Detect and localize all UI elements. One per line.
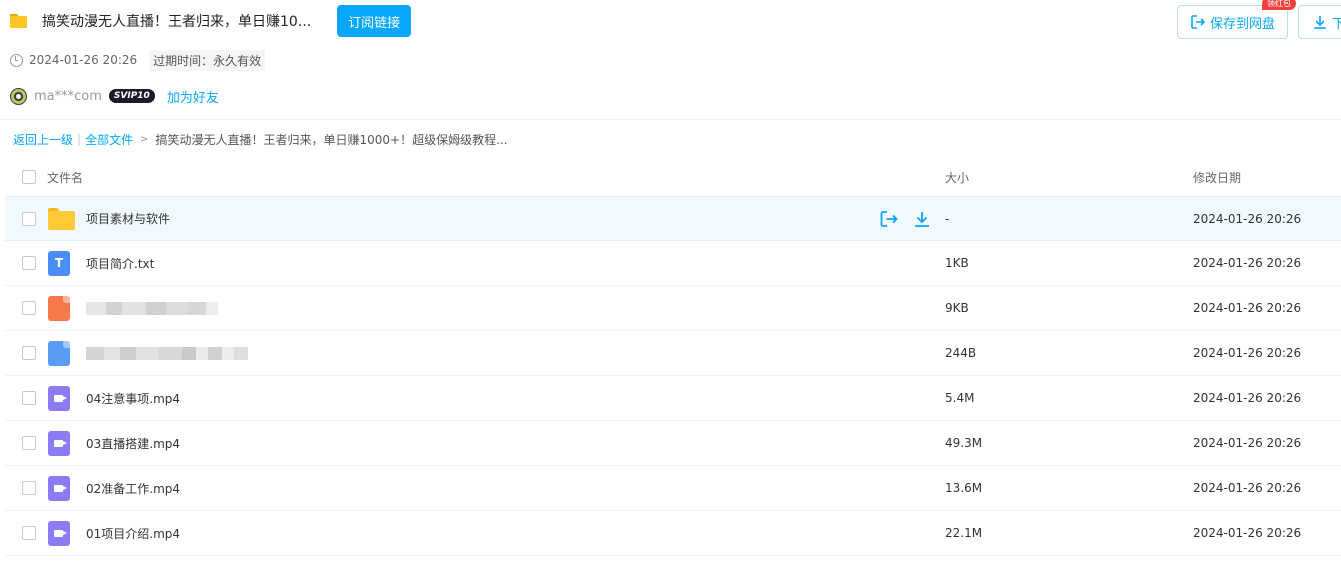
row-checkbox[interactable] bbox=[22, 436, 36, 450]
title-row: 搞笑动漫无人直播！王者归来，单日赚10... 订阅链接 bbox=[10, 5, 412, 37]
file-date: 2024-01-26 20:26 bbox=[1193, 346, 1302, 360]
file-date: 2024-01-26 20:26 bbox=[1193, 211, 1302, 226]
file-size: 5.4M bbox=[945, 391, 975, 405]
row-checkbox[interactable] bbox=[22, 391, 36, 405]
file-name-redacted[interactable] bbox=[86, 345, 248, 361]
table-header: 文件名 大小 修改日期 bbox=[5, 158, 1341, 196]
breadcrumb-current: 搞笑动漫无人直播！王者归来，单日赚1000+！超级保姆级教程... bbox=[155, 132, 508, 147]
ppt-file-icon bbox=[48, 295, 70, 321]
file-name[interactable]: 02准备工作.mp4 bbox=[86, 480, 180, 497]
download-button[interactable]: 下 bbox=[1298, 5, 1341, 39]
file-date: 2024-01-26 20:26 bbox=[1193, 301, 1302, 315]
file-list: 项目素材与软件 - 2024-01-26 20:26 T 项目简介.txt 1K… bbox=[5, 196, 1341, 556]
video-file-icon bbox=[48, 475, 70, 501]
download-icon[interactable] bbox=[913, 210, 931, 228]
row-actions bbox=[879, 210, 931, 228]
file-size: - bbox=[945, 211, 950, 226]
file-size: 1KB bbox=[945, 256, 969, 270]
video-file-icon bbox=[48, 385, 70, 411]
expire-label: 过期时间：永久有效 bbox=[149, 49, 266, 71]
subscribe-button[interactable]: 订阅链接 bbox=[337, 5, 412, 37]
save-icon bbox=[1191, 15, 1206, 29]
file-date: 2024-01-26 20:26 bbox=[1193, 481, 1302, 495]
file-name[interactable]: 项目简介.txt bbox=[86, 255, 154, 272]
column-header-date[interactable]: 修改日期 bbox=[1193, 169, 1241, 186]
avatar[interactable] bbox=[10, 87, 27, 105]
username[interactable]: ma***com bbox=[34, 89, 102, 104]
table-row[interactable]: 9KB 2024-01-26 20:26 bbox=[5, 286, 1341, 331]
folder-icon bbox=[10, 14, 27, 28]
file-size: 13.6M bbox=[945, 481, 983, 495]
table-row[interactable]: 01项目介绍.mp4 22.1M 2024-01-26 20:26 bbox=[5, 511, 1341, 556]
add-friend-link[interactable]: 加为好友 bbox=[167, 87, 219, 106]
row-checkbox[interactable] bbox=[22, 256, 36, 270]
row-checkbox[interactable] bbox=[22, 301, 36, 315]
save-button-label: 保存到网盘 bbox=[1209, 16, 1275, 32]
breadcrumb-all-files-link[interactable]: 全部文件 bbox=[85, 131, 133, 148]
row-checkbox[interactable] bbox=[22, 346, 36, 360]
breadcrumb: 返回上一级 | 全部文件 > 搞笑动漫无人直播！王者归来，单日赚1000+！超级… bbox=[13, 130, 508, 148]
table-row[interactable]: 03直播搭建.mp4 49.3M 2024-01-26 20:26 bbox=[5, 421, 1341, 466]
save-icon[interactable] bbox=[879, 210, 899, 228]
file-size: 9KB bbox=[945, 301, 969, 315]
file-name[interactable]: 04注意事项.mp4 bbox=[86, 390, 180, 407]
save-to-netdisk-button[interactable]: 保存到网盘 bbox=[1177, 5, 1288, 39]
breadcrumb-back-link[interactable]: 返回上一级 bbox=[13, 131, 73, 148]
file-date: 2024-01-26 20:26 bbox=[1193, 256, 1302, 270]
generic-file-icon bbox=[48, 340, 70, 366]
chevron-right-icon: > bbox=[140, 133, 149, 145]
video-file-icon bbox=[48, 520, 70, 546]
table-row[interactable]: 项目素材与软件 - 2024-01-26 20:26 bbox=[5, 196, 1341, 241]
redbag-badge[interactable]: 领红包 bbox=[1262, 0, 1296, 10]
file-name-redacted[interactable] bbox=[86, 300, 218, 316]
file-date: 2024-01-26 20:26 bbox=[1193, 391, 1302, 405]
vip-badge: SVIP10 bbox=[108, 89, 155, 103]
file-date: 2024-01-26 20:26 bbox=[1193, 526, 1302, 540]
share-header: 搞笑动漫无人直播！王者归来，单日赚10... 订阅链接 保存到网盘 下 领红包 … bbox=[0, 0, 1341, 120]
table-row[interactable]: 244B 2024-01-26 20:26 bbox=[5, 331, 1341, 376]
meta-row: 2024-01-26 20:26 过期时间：永久有效 bbox=[10, 49, 266, 71]
file-size: 244B bbox=[945, 346, 977, 360]
select-all-checkbox[interactable] bbox=[22, 170, 36, 184]
download-button-label: 下 bbox=[1332, 16, 1341, 32]
folder-icon bbox=[48, 207, 75, 230]
user-row: ma***com SVIP10 加为好友 bbox=[10, 86, 219, 106]
share-date: 2024-01-26 20:26 bbox=[29, 53, 138, 67]
video-file-icon bbox=[48, 430, 70, 456]
breadcrumb-divider: | bbox=[77, 132, 82, 146]
table-row[interactable]: 04注意事项.mp4 5.4M 2024-01-26 20:26 bbox=[5, 376, 1341, 421]
txt-file-icon: T bbox=[48, 250, 70, 276]
row-checkbox[interactable] bbox=[22, 211, 36, 226]
divider bbox=[0, 119, 1341, 120]
table-row[interactable]: T 项目简介.txt 1KB 2024-01-26 20:26 bbox=[5, 241, 1341, 286]
file-date: 2024-01-26 20:26 bbox=[1193, 436, 1302, 450]
column-header-size[interactable]: 大小 bbox=[945, 169, 969, 186]
file-size: 22.1M bbox=[945, 526, 983, 540]
file-name[interactable]: 项目素材与软件 bbox=[86, 210, 170, 227]
file-size: 49.3M bbox=[945, 436, 983, 450]
download-icon bbox=[1314, 16, 1326, 29]
row-checkbox[interactable] bbox=[22, 526, 36, 540]
share-title: 搞笑动漫无人直播！王者归来，单日赚10... bbox=[42, 14, 312, 30]
file-name[interactable]: 01项目介绍.mp4 bbox=[86, 525, 180, 542]
column-header-name[interactable]: 文件名 bbox=[47, 169, 83, 186]
file-name[interactable]: 03直播搭建.mp4 bbox=[86, 435, 180, 452]
clock-icon bbox=[10, 53, 23, 67]
row-checkbox[interactable] bbox=[22, 481, 36, 495]
table-row[interactable]: 02准备工作.mp4 13.6M 2024-01-26 20:26 bbox=[5, 466, 1341, 511]
